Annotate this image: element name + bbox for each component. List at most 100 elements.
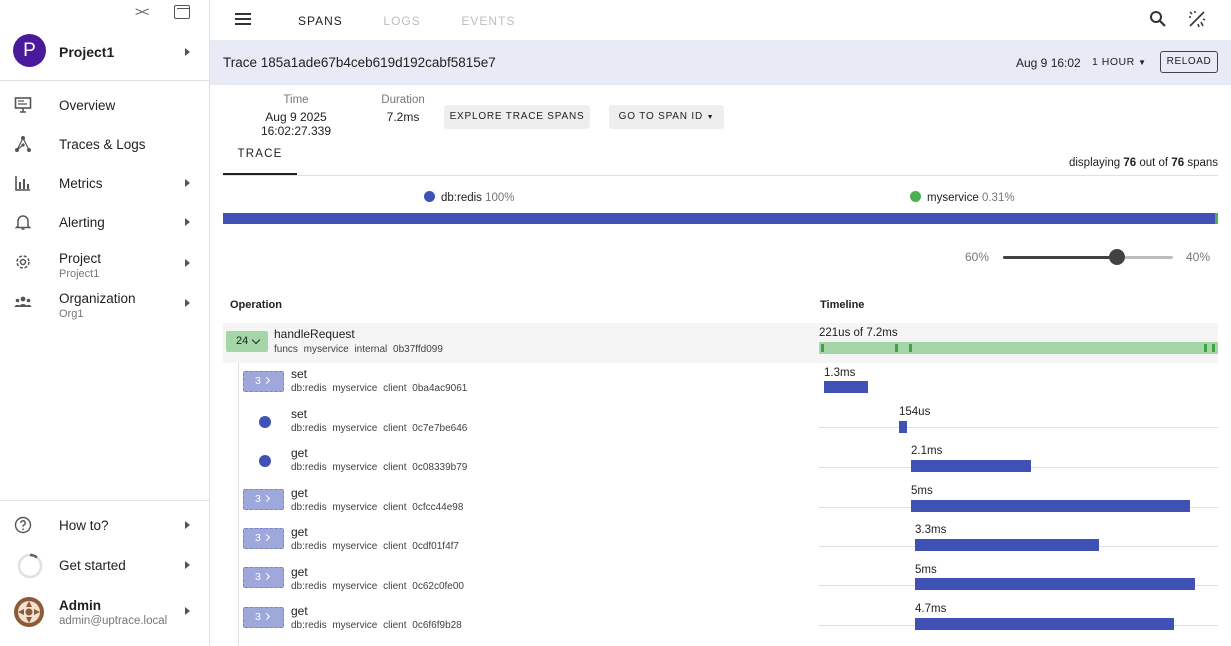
- tree-connector: [238, 363, 239, 646]
- search-icon[interactable]: [1149, 10, 1167, 28]
- period-select[interactable]: 1 HOUR ▼: [1092, 56, 1147, 68]
- graph-nodes-icon: [15, 136, 31, 152]
- expand-toggle-button[interactable]: 24: [226, 331, 268, 352]
- legend-pct: 0.31%: [981, 192, 1015, 204]
- progress-ring-icon: [17, 553, 43, 579]
- legend-item-myservice[interactable]: myservice 0.31%: [910, 191, 1015, 204]
- expand-toggle-button[interactable]: 3: [243, 371, 284, 392]
- sidebar-item-overview[interactable]: Overview: [0, 87, 209, 123]
- operation-name[interactable]: get: [291, 565, 308, 579]
- operation-name[interactable]: set: [291, 407, 307, 421]
- children-count: 3: [255, 375, 261, 387]
- timeline-bar[interactable]: [911, 460, 1031, 472]
- menu-icon[interactable]: [235, 13, 251, 25]
- children-count: 3: [255, 532, 261, 544]
- window-icon[interactable]: [174, 5, 190, 19]
- trace-title: Trace 185a1ade67b4ceb619d192cabf5815e7: [223, 55, 496, 70]
- period-label: 1 HOUR: [1092, 56, 1135, 68]
- column-header-timeline: Timeline: [820, 299, 865, 311]
- theme-toggle-icon[interactable]: [1188, 10, 1206, 28]
- span-count: displaying 76 out of 76 spans: [1069, 157, 1218, 169]
- legend-item-db-redis[interactable]: db:redis 100%: [424, 191, 515, 204]
- sidebar-item-label: Overview: [59, 98, 116, 113]
- operation-name[interactable]: handleRequest: [274, 327, 355, 341]
- operation-name[interactable]: get: [291, 604, 308, 618]
- column-width-slider[interactable]: [1003, 249, 1173, 265]
- go-to-span-id-button[interactable]: GO TO SPAN ID ▼: [609, 105, 724, 129]
- user-name: Admin: [59, 598, 101, 613]
- sidebar-item-label: Organization: [59, 291, 136, 306]
- expand-toggle-button[interactable]: 3: [243, 528, 284, 549]
- sidebar-item-traces-logs[interactable]: Traces & Logs: [0, 126, 209, 162]
- operation-name[interactable]: get: [291, 446, 308, 460]
- sidebar-item-label: Traces & Logs: [59, 137, 146, 152]
- explore-trace-spans-button[interactable]: EXPLORE TRACE SPANS: [444, 105, 590, 129]
- operation-name[interactable]: get: [291, 525, 308, 539]
- slider-thumb[interactable]: [1109, 249, 1125, 265]
- legend-dot-icon: [424, 191, 435, 202]
- divider: [223, 175, 1218, 176]
- tab-trace[interactable]: TRACE: [223, 148, 297, 160]
- sidebar-item-label: How to?: [59, 518, 109, 533]
- project-avatar: P: [13, 34, 46, 67]
- chevron-right-icon: [185, 48, 190, 56]
- sidebar-item-organization[interactable]: Organization Org1: [0, 287, 209, 323]
- tab-events[interactable]: EVENTS: [461, 14, 515, 28]
- timeline-marker: [1212, 344, 1215, 352]
- sidebar-item-howto[interactable]: How to?: [0, 507, 209, 543]
- timeline-bar[interactable]: [899, 421, 907, 433]
- time-value: Aug 9 2025 16:02:27.339: [260, 110, 332, 138]
- timeline-bar[interactable]: [915, 578, 1195, 590]
- expand-toggle-button[interactable]: 3: [243, 607, 284, 628]
- app-root: >< P Project1 Overview Traces & Logs Met…: [0, 0, 1231, 646]
- span-duration: 5ms: [915, 564, 937, 576]
- tab-spans[interactable]: SPANS: [298, 14, 343, 28]
- user-menu[interactable]: Admin admin@uptrace.local: [0, 594, 209, 634]
- operation-attrs: db:redis myservice client 0cfcc44e98: [291, 502, 464, 513]
- chevron-right-icon: [185, 259, 190, 267]
- group-icon: [14, 296, 32, 307]
- reload-button[interactable]: RELOAD: [1160, 51, 1218, 73]
- span-duration: 5ms: [911, 485, 933, 497]
- sidebar-item-metrics[interactable]: Metrics: [0, 165, 209, 201]
- timeline-bar[interactable]: [824, 381, 868, 393]
- timeline-bar-root[interactable]: [819, 342, 1218, 354]
- gear-icon: [16, 255, 30, 269]
- span-duration: 3.3ms: [915, 524, 947, 536]
- sidebar-item-sublabel: Project1: [59, 268, 100, 280]
- children-count: 24: [236, 335, 249, 347]
- expand-toggle-button[interactable]: 3: [243, 567, 284, 588]
- trace-header: Trace 185a1ade67b4ceb619d192cabf5815e7 A…: [210, 40, 1231, 85]
- children-count: 3: [255, 611, 261, 623]
- timeline-bar[interactable]: [915, 539, 1099, 551]
- timeline-bar[interactable]: [911, 500, 1190, 512]
- top-bar: SPANS LOGS EVENTS: [210, 0, 1231, 40]
- operation-name[interactable]: get: [291, 486, 308, 500]
- timeline-bar[interactable]: [915, 618, 1174, 630]
- collapse-sidebar-icon[interactable]: ><: [135, 4, 149, 19]
- bell-icon: [14, 215, 32, 230]
- system-distribution-bar: [223, 213, 1218, 224]
- go-to-span-label: GO TO SPAN ID: [618, 111, 703, 122]
- operation-name[interactable]: set: [291, 367, 307, 381]
- sidebar-item-project[interactable]: Project Project1: [0, 247, 209, 283]
- children-count: 3: [255, 571, 261, 583]
- top-tabs: SPANS LOGS EVENTS: [298, 13, 552, 28]
- user-email: admin@uptrace.local: [59, 615, 168, 627]
- tab-logs[interactable]: LOGS: [383, 14, 420, 28]
- sidebar: >< P Project1 Overview Traces & Logs Met…: [0, 0, 210, 646]
- displaying-suffix: spans: [1187, 157, 1218, 169]
- sidebar-item-label: Get started: [59, 558, 126, 573]
- chevron-right-icon: [185, 179, 190, 187]
- project-selector[interactable]: P Project1: [0, 33, 209, 71]
- timeline-label: 221us of 7.2ms: [819, 327, 898, 339]
- divider: [0, 80, 209, 81]
- sidebar-item-alerting[interactable]: Alerting: [0, 204, 209, 240]
- sidebar-item-get-started[interactable]: Get started: [0, 547, 209, 583]
- displaying-prefix: displaying: [1068, 157, 1121, 169]
- column-header-operation: Operation: [230, 299, 282, 311]
- operation-attrs: funcs myservice internal 0b37ffd099: [274, 344, 443, 355]
- bar-chart-icon: [15, 176, 30, 191]
- timeline-marker: [895, 344, 898, 352]
- expand-toggle-button[interactable]: 3: [243, 489, 284, 510]
